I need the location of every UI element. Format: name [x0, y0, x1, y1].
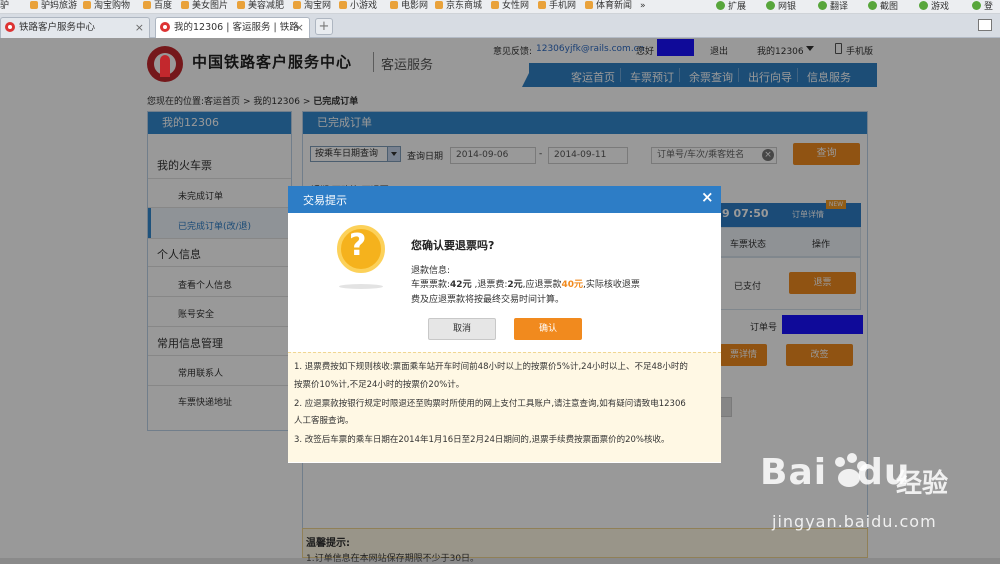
login-icon — [972, 1, 981, 10]
bookmark-icon — [339, 1, 347, 9]
refund-line-tail: ,实际核收退票 — [583, 280, 640, 290]
tab-bar: 铁路客户服务中心 × 我的12306 | 客运服务 | 铁路 × + — [0, 14, 1000, 39]
baidu-paw-icon — [835, 453, 867, 487]
refund-note: 费及应退票款将按最终交易时间计算。 — [411, 295, 565, 305]
notice-line: 1. 退票费按如下规则核收:票面乘车站开车时间前48小时以上的按票价5%计,24… — [294, 362, 688, 372]
browser-tab-active[interactable]: 我的12306 | 客运服务 | 铁路 × — [155, 17, 310, 39]
new-tab-button[interactable]: + — [315, 18, 333, 35]
bookmark-icon — [83, 1, 91, 9]
watermark-cn: 经验 — [896, 469, 949, 499]
bookmarks-more[interactable]: » — [640, 1, 646, 12]
fare-label: 车票票款: — [411, 280, 451, 290]
tab-label: 铁路客户服务中心 — [19, 22, 96, 33]
bookmark-icon — [491, 1, 499, 9]
bookmark-item[interactable]: 淘宝网 — [293, 1, 331, 12]
refund-amounts: 车票票款:42元 ,退票费:2元,应退票款40元,实际核收退票 — [411, 277, 640, 290]
cancel-button[interactable]: 取消 — [428, 318, 496, 340]
bookmark-icon — [293, 1, 301, 9]
window-restore-icon[interactable] — [978, 19, 992, 31]
toolbar-item[interactable]: 网银 — [766, 1, 796, 13]
extension-icon — [716, 1, 725, 10]
toolbar-item[interactable]: 截图 — [868, 1, 898, 13]
bookmark-item[interactable]: 美女图片 — [181, 1, 228, 12]
bookmarks-bar: 驴 驴妈旅游 淘宝购物 百度 美女图片 美容减肥 淘宝网 小游戏 电影网 京东商… — [0, 0, 1000, 14]
confirm-button[interactable]: 确认 — [514, 318, 582, 340]
railway-logo-track — [160, 55, 170, 77]
fare-value: 42元 — [450, 280, 472, 290]
bookmark-item[interactable]: 女性网 — [491, 1, 529, 12]
notice-line: 2. 应退票款按银行规定时限退还至购票时所使用的网上支付工具账户,请注意查询,如… — [294, 399, 686, 409]
bookmark-item[interactable]: 美容减肥 — [237, 1, 284, 12]
notice-line: 按票价10%计,不足24小时的按票价20%计。 — [294, 380, 465, 390]
bookmark-icon — [538, 1, 546, 9]
close-tab-icon[interactable]: × — [135, 18, 144, 37]
refund-amount-label: ,应退票款 — [522, 280, 562, 290]
bookmark-icon — [143, 1, 151, 9]
bookmark-item[interactable]: 淘宝购物 — [83, 1, 130, 12]
icon-shadow — [339, 284, 383, 289]
railway-favicon-icon — [160, 22, 170, 32]
bookmark-item[interactable]: 京东商城 — [435, 1, 482, 12]
bookmark-icon — [30, 1, 38, 9]
screenshot-icon — [868, 1, 877, 10]
toolbar-item[interactable]: 扩展 — [716, 1, 746, 13]
notice-line: 3. 改签后车票的乘车日期在2014年1月16日至2月24日期间的,退票手续费按… — [294, 435, 670, 445]
bookmark-item[interactable]: 体育新闻 — [585, 1, 632, 12]
translate-icon — [818, 1, 827, 10]
bookmark-item[interactable]: 驴 — [0, 1, 9, 12]
dialog-title: 交易提示 — [303, 194, 347, 207]
bookmark-item[interactable]: 百度 — [143, 1, 172, 12]
toolbar-item[interactable]: 翻译 — [818, 1, 848, 13]
question-mark-glyph: ? — [349, 228, 367, 263]
dialog-header — [288, 186, 721, 213]
tab-label: 我的12306 | 客运服务 | 铁路 — [174, 22, 299, 33]
watermark-url: jingyan.baidu.com — [772, 512, 937, 531]
bookmark-item[interactable]: 小游戏 — [339, 1, 377, 12]
refund-amount-value: 40元 — [561, 280, 584, 290]
close-tab-icon[interactable]: × — [295, 18, 304, 37]
fee-value: 2元 — [507, 280, 523, 290]
bookmark-icon — [181, 1, 189, 9]
bookmark-icon — [390, 1, 398, 9]
bank-icon — [766, 1, 775, 10]
browser-tab[interactable]: 铁路客户服务中心 × — [0, 17, 150, 38]
refund-info-label: 退款信息: — [411, 266, 451, 276]
bookmark-icon — [435, 1, 443, 9]
bookmark-icon — [237, 1, 245, 9]
close-icon[interactable]: × — [701, 188, 714, 206]
fee-label: ,退票费: — [474, 280, 508, 290]
railway-favicon-icon — [5, 22, 15, 32]
notice-line: 人工客服查询。 — [294, 416, 354, 426]
confirm-question: 您确认要退票吗? — [411, 239, 495, 252]
bookmark-item[interactable]: 电影网 — [390, 1, 428, 12]
toolbar-item[interactable]: 游戏 — [919, 1, 949, 13]
bookmark-item[interactable]: 驴妈旅游 — [30, 1, 77, 12]
game-icon — [919, 1, 928, 10]
toolbar-item[interactable]: 登 — [972, 1, 993, 13]
bookmark-item[interactable]: 手机网 — [538, 1, 576, 12]
bookmark-icon — [585, 1, 593, 9]
